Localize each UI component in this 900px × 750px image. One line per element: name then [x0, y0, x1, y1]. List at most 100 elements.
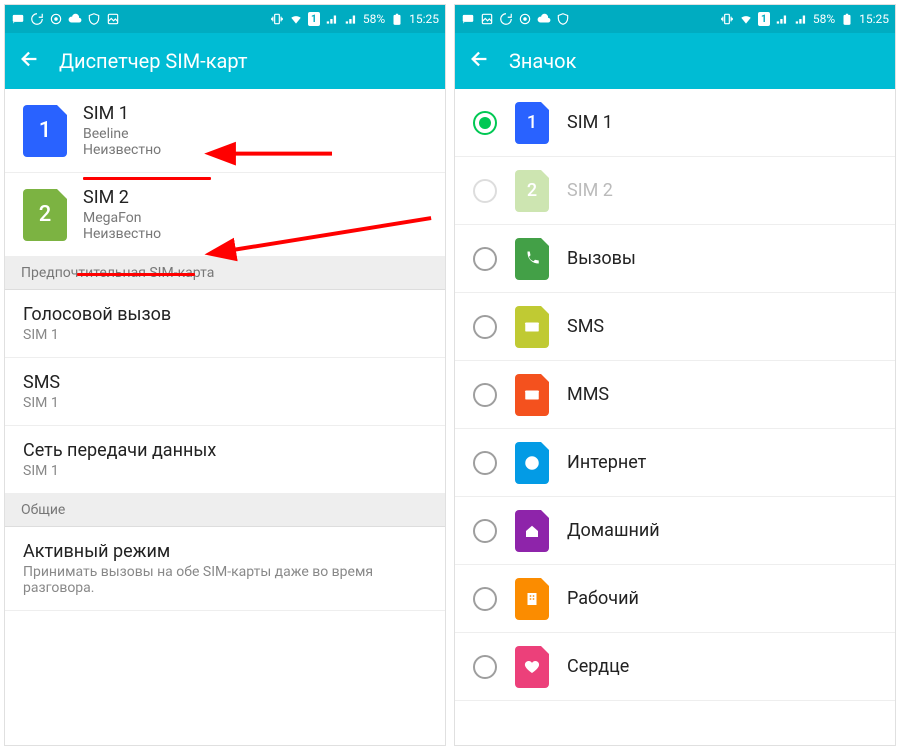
- icon-option-label: Сердце: [567, 656, 629, 677]
- setting-voice[interactable]: Голосовой вызов SIM 1: [5, 290, 445, 358]
- signal1-icon: [325, 12, 339, 26]
- appbar-title: Значок: [509, 49, 576, 73]
- status-bar: 1 58% 15:25: [455, 5, 895, 33]
- phone-icon: [515, 238, 549, 280]
- icon-option-row[interactable]: Вызовы: [455, 225, 895, 293]
- sim1-row[interactable]: 1 SIM 1 Beeline Неизвестно: [5, 89, 445, 173]
- sim1-carrier: Beeline: [83, 126, 161, 142]
- icon-option-row[interactable]: MMS: [455, 361, 895, 429]
- sim-badge-icon: 1: [758, 12, 770, 26]
- radio-button[interactable]: [473, 451, 497, 475]
- setting-data[interactable]: Сеть передачи данных SIM 1: [5, 426, 445, 494]
- vibrate-icon: [720, 12, 734, 26]
- sync-icon: [499, 12, 513, 26]
- icon-option-row[interactable]: SMS: [455, 293, 895, 361]
- mail-icon: [515, 374, 549, 416]
- icon-option-row[interactable]: 1 SIM 1: [455, 89, 895, 157]
- icon-option-row[interactable]: Домашний: [455, 497, 895, 565]
- sim1-status: Неизвестно: [83, 142, 161, 158]
- radio-button[interactable]: [473, 179, 497, 203]
- setting-sms-title: SMS: [23, 372, 427, 393]
- icon-option-label: SMS: [567, 316, 604, 337]
- back-button[interactable]: [469, 48, 491, 75]
- battery-icon: [390, 12, 404, 26]
- radio-button[interactable]: [473, 383, 497, 407]
- cloud-icon: [537, 12, 551, 26]
- radio-button[interactable]: [473, 247, 497, 271]
- icon-option-row[interactable]: Рабочий: [455, 565, 895, 633]
- globe-icon: [515, 442, 549, 484]
- wifi-icon: [289, 12, 303, 26]
- gallery-icon: [480, 12, 494, 26]
- active-mode-title: Активный режим: [23, 541, 427, 562]
- shield-icon: [556, 12, 570, 26]
- app-icon: [49, 12, 63, 26]
- home-icon: [515, 510, 549, 552]
- sim1-label: SIM 1: [83, 103, 161, 124]
- setting-voice-sub: SIM 1: [23, 327, 427, 343]
- status-bar: 1 58% 15:25: [5, 5, 445, 33]
- sim-icon: 1: [515, 102, 549, 144]
- radio-button[interactable]: [473, 519, 497, 543]
- appbar-title: Диспетчер SIM-карт: [59, 49, 247, 73]
- setting-data-title: Сеть передачи данных: [23, 440, 427, 461]
- app-icon: [518, 12, 532, 26]
- app-bar: Значок: [455, 33, 895, 89]
- radio-button[interactable]: [473, 655, 497, 679]
- mail-icon: [515, 306, 549, 348]
- active-mode-sub: Принимать вызовы на обе SIM-карты даже в…: [23, 564, 427, 596]
- app-bar: Диспетчер SIM-карт: [5, 33, 445, 89]
- icon-list: 1 SIM 1 2 SIM 2 Вызовы SMS MMS Интернет Домашний…: [455, 89, 895, 745]
- annotation-underline-1: [83, 177, 211, 180]
- sms-icon: [11, 12, 25, 26]
- sim2-status: Неизвестно: [83, 226, 161, 242]
- office-icon: [515, 578, 549, 620]
- sim2-icon: 2: [23, 189, 67, 241]
- icon-option-label: Интернет: [567, 452, 646, 473]
- section-general: Общие: [5, 494, 445, 527]
- setting-active-mode[interactable]: Активный режим Принимать вызовы на обе S…: [5, 527, 445, 611]
- sms-icon: [461, 12, 475, 26]
- signal2-icon: [794, 12, 808, 26]
- clock-text: 15:25: [859, 12, 889, 26]
- phone-left: 1 58% 15:25 Диспетчер SIM-карт 1 SIM 1 B…: [4, 4, 446, 746]
- sim-icon: 2: [515, 170, 549, 212]
- icon-option-row[interactable]: 2 SIM 2: [455, 157, 895, 225]
- icon-option-label: Вызовы: [567, 248, 636, 269]
- content: 1 SIM 1 Beeline Неизвестно 2 SIM 2 MegaF…: [5, 89, 445, 745]
- icon-option-label: SIM 1: [567, 112, 613, 133]
- gallery-icon: [106, 12, 120, 26]
- icon-option-label: Рабочий: [567, 588, 639, 609]
- setting-sms[interactable]: SMS SIM 1: [5, 358, 445, 426]
- heart-icon: [515, 646, 549, 688]
- icon-option-label: Домашний: [567, 520, 660, 541]
- signal2-icon: [344, 12, 358, 26]
- setting-data-sub: SIM 1: [23, 463, 427, 479]
- icon-option-row[interactable]: Интернет: [455, 429, 895, 497]
- icon-option-row[interactable]: Сердце: [455, 633, 895, 701]
- radio-button[interactable]: [473, 111, 497, 135]
- shield-icon: [87, 12, 101, 26]
- sim1-icon: 1: [23, 105, 67, 157]
- annotation-underline-2: [77, 273, 195, 276]
- icon-option-label: MMS: [567, 384, 609, 405]
- radio-button[interactable]: [473, 587, 497, 611]
- icon-option-label: SIM 2: [567, 180, 613, 201]
- vibrate-icon: [270, 12, 284, 26]
- setting-sms-sub: SIM 1: [23, 395, 427, 411]
- battery-icon: [840, 12, 854, 26]
- sim2-carrier: MegaFon: [83, 210, 161, 226]
- sim2-row[interactable]: 2 SIM 2 MegaFon Неизвестно: [5, 173, 445, 257]
- phone-right: 1 58% 15:25 Значок 1 SIM 1 2 SIM 2 Вызовы SMS…: [454, 4, 896, 746]
- sim-badge-icon: 1: [308, 12, 320, 26]
- section-preferred: Предпочтительная SIM-карта: [5, 257, 445, 290]
- back-button[interactable]: [19, 48, 41, 75]
- wifi-icon: [739, 12, 753, 26]
- cloud-icon: [68, 12, 82, 26]
- battery-text: 58%: [813, 12, 835, 26]
- clock-text: 15:25: [409, 12, 439, 26]
- sim2-label: SIM 2: [83, 187, 161, 208]
- radio-button[interactable]: [473, 315, 497, 339]
- battery-text: 58%: [363, 12, 385, 26]
- signal1-icon: [775, 12, 789, 26]
